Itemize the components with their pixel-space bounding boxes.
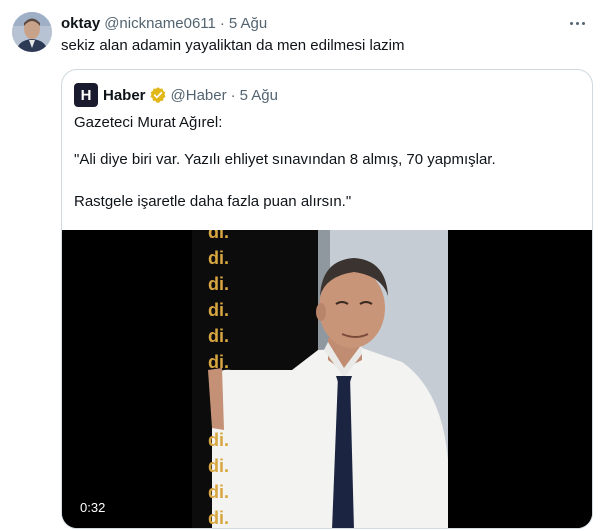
verified-badge-icon [149, 86, 167, 104]
backdrop-label: di. [208, 508, 229, 528]
separator-dot: · [230, 86, 236, 104]
tweet-header: oktay @nickname0611 · 5 Ağu [61, 12, 267, 34]
backdrop-label: di. [208, 482, 229, 502]
avatar[interactable] [12, 12, 52, 52]
tweet[interactable]: oktay @nickname0611 · 5 Ağu sekiz alan a… [0, 0, 600, 531]
backdrop-label: di. [208, 230, 229, 242]
quoted-author-name[interactable]: Haber [103, 87, 146, 104]
quoted-text-line-1: Gazeteci Murat Ağırel: [74, 114, 223, 131]
quoted-post-date[interactable]: 5 Ağu [240, 87, 278, 104]
backdrop-label: di. [208, 274, 229, 294]
backdrop-label: di. [208, 456, 229, 476]
quoted-tweet-header: H Haber @Haber · 5 Ağu [74, 82, 278, 108]
backdrop-label: di. [208, 248, 229, 268]
quoted-avatar[interactable]: H [74, 83, 98, 107]
quoted-author-handle[interactable]: @Haber [171, 87, 227, 104]
video-frame [62, 230, 592, 528]
author-handle[interactable]: @nickname0611 [104, 15, 216, 32]
backdrop-label: di. [208, 300, 229, 320]
backdrop-label: di. [208, 326, 229, 346]
quoted-text-line-2: "Ali diye biri var. Yazılı ehliyet sınav… [74, 151, 496, 168]
tweet-text: sekiz alan adamin yayaliktan da men edil… [61, 37, 405, 54]
quoted-text-line-3: Rastgele işaretle daha fazla puan alırsı… [74, 193, 352, 210]
video-player[interactable]: di. di. di. di. di. di. di. di. di. di. … [62, 230, 592, 528]
backdrop-label: di. [208, 430, 229, 450]
backdrop-label: di. [208, 352, 229, 372]
author-name[interactable]: oktay [61, 15, 100, 32]
post-date[interactable]: 5 Ağu [229, 15, 267, 32]
more-horizontal-icon[interactable] [564, 10, 590, 36]
video-duration: 0:32 [76, 499, 110, 516]
quoted-tweet[interactable]: H Haber @Haber · 5 Ağu Gazeteci Murat Ağ… [61, 69, 593, 529]
backdrop-text: di. di. di. di. di. di. di. di. di. di. [208, 230, 248, 528]
separator-dot: · [219, 14, 225, 32]
